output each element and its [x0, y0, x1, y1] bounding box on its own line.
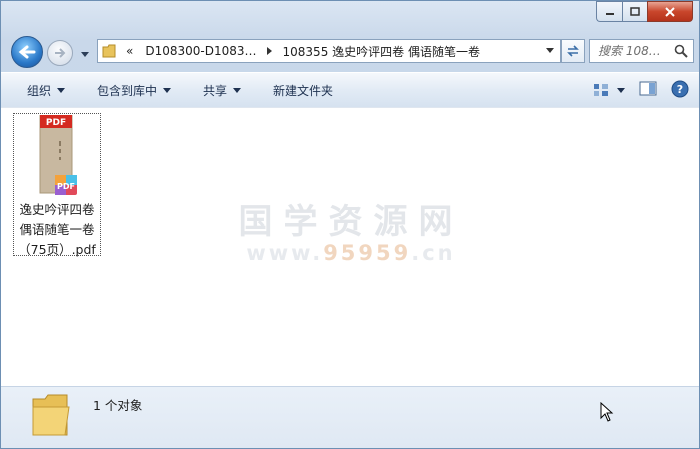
share-menu[interactable]: 共享 [203, 82, 242, 99]
search-box[interactable] [589, 39, 694, 63]
item-count: 1 个对象 [93, 398, 143, 413]
address-dropdown-icon[interactable] [546, 48, 555, 54]
watermark-url-highlight: 95959 [323, 241, 412, 265]
address-overflow[interactable]: « [126, 44, 133, 58]
arrow-right-icon [55, 48, 66, 58]
breadcrumb-separator-icon[interactable] [266, 47, 273, 55]
refresh-icon [567, 45, 579, 57]
include-in-library-menu[interactable]: 包含到库中 [97, 82, 172, 99]
back-button[interactable] [11, 36, 43, 68]
file-name-line: 偶语随笔一卷 [19, 222, 95, 237]
svg-text:?: ? [677, 83, 683, 96]
new-folder-button[interactable]: 新建文件夹 [273, 82, 333, 99]
share-label: 共享 [203, 83, 228, 98]
organize-menu[interactable]: 组织 [27, 82, 66, 99]
breadcrumb-parent[interactable]: D108300-D1083… [145, 44, 256, 58]
include-in-library-label: 包含到库中 [97, 83, 158, 98]
change-view-button[interactable] [593, 83, 625, 97]
close-icon [665, 6, 675, 17]
search-icon[interactable] [674, 44, 688, 58]
maximize-icon [630, 7, 640, 16]
toolbar-right: ? [593, 73, 689, 107]
chevron-down-icon [163, 87, 172, 93]
watermark-url: www.95959.cn [1, 241, 699, 265]
file-item[interactable]: PDF PDF 逸史吟评四卷 偶语随笔一卷 （75页）.pdf [13, 113, 101, 257]
watermark-url-suffix: .cn [411, 241, 456, 265]
preview-pane-icon [639, 81, 657, 96]
window-controls [596, 1, 693, 22]
close-button[interactable] [647, 1, 693, 22]
organize-label: 组织 [27, 83, 52, 98]
explorer-window: « D108300-D1083… 108355 逸史吟评四卷 偶语随笔一卷 组织… [0, 0, 700, 449]
recent-pages-dropdown[interactable] [81, 47, 90, 61]
pdf-badge-label: PDF [46, 118, 66, 128]
preview-pane-button[interactable] [639, 81, 657, 99]
minimize-button[interactable] [596, 1, 622, 22]
forward-button[interactable] [47, 40, 73, 66]
command-bar: 组织 包含到库中 共享 新建文件夹 ? [1, 72, 699, 108]
watermark-title: 国学资源网 [238, 202, 464, 242]
file-name[interactable]: 逸史吟评四卷 偶语随笔一卷 （75页）.pdf [14, 200, 100, 260]
pdf-overlay-label: PDF [57, 182, 75, 191]
folder-large-icon [32, 394, 70, 436]
watermark: 国学资源网 www.95959.cn [1, 194, 699, 265]
refresh-button[interactable] [561, 39, 585, 63]
title-bar [1, 1, 699, 29]
chevron-down-icon [81, 52, 89, 57]
breadcrumb-current[interactable]: 108355 逸史吟评四卷 偶语随笔一卷 [283, 43, 480, 60]
details-pane: 1 个对象 [1, 386, 699, 448]
file-list-area[interactable]: 国学资源网 www.95959.cn PDF PDF 逸史吟评四卷 偶语随笔一卷 [1, 107, 699, 386]
navigation-bar: « D108300-D1083… 108355 逸史吟评四卷 偶语随笔一卷 [1, 35, 699, 68]
file-name-line: （75页）.pdf [18, 242, 96, 257]
maximize-button[interactable] [622, 1, 647, 22]
minimize-icon [605, 12, 614, 15]
chevron-down-icon [57, 87, 66, 93]
address-bar[interactable]: « D108300-D1083… 108355 逸史吟评四卷 偶语随笔一卷 [97, 39, 561, 63]
folder-icon [102, 44, 116, 58]
search-input[interactable] [596, 43, 672, 59]
chevron-down-icon [233, 87, 242, 93]
help-icon: ? [671, 80, 689, 97]
help-button[interactable]: ? [671, 80, 689, 101]
view-options-icon [594, 84, 608, 96]
arrow-left-icon [18, 45, 36, 59]
file-name-line: 逸史吟评四卷 [19, 202, 95, 217]
watermark-url-prefix: www. [246, 241, 324, 265]
pdf-file-icon: PDF PDF [39, 115, 77, 195]
new-folder-label: 新建文件夹 [273, 83, 334, 98]
view-dropdown-icon[interactable] [617, 87, 625, 93]
mouse-cursor-icon [600, 402, 614, 422]
